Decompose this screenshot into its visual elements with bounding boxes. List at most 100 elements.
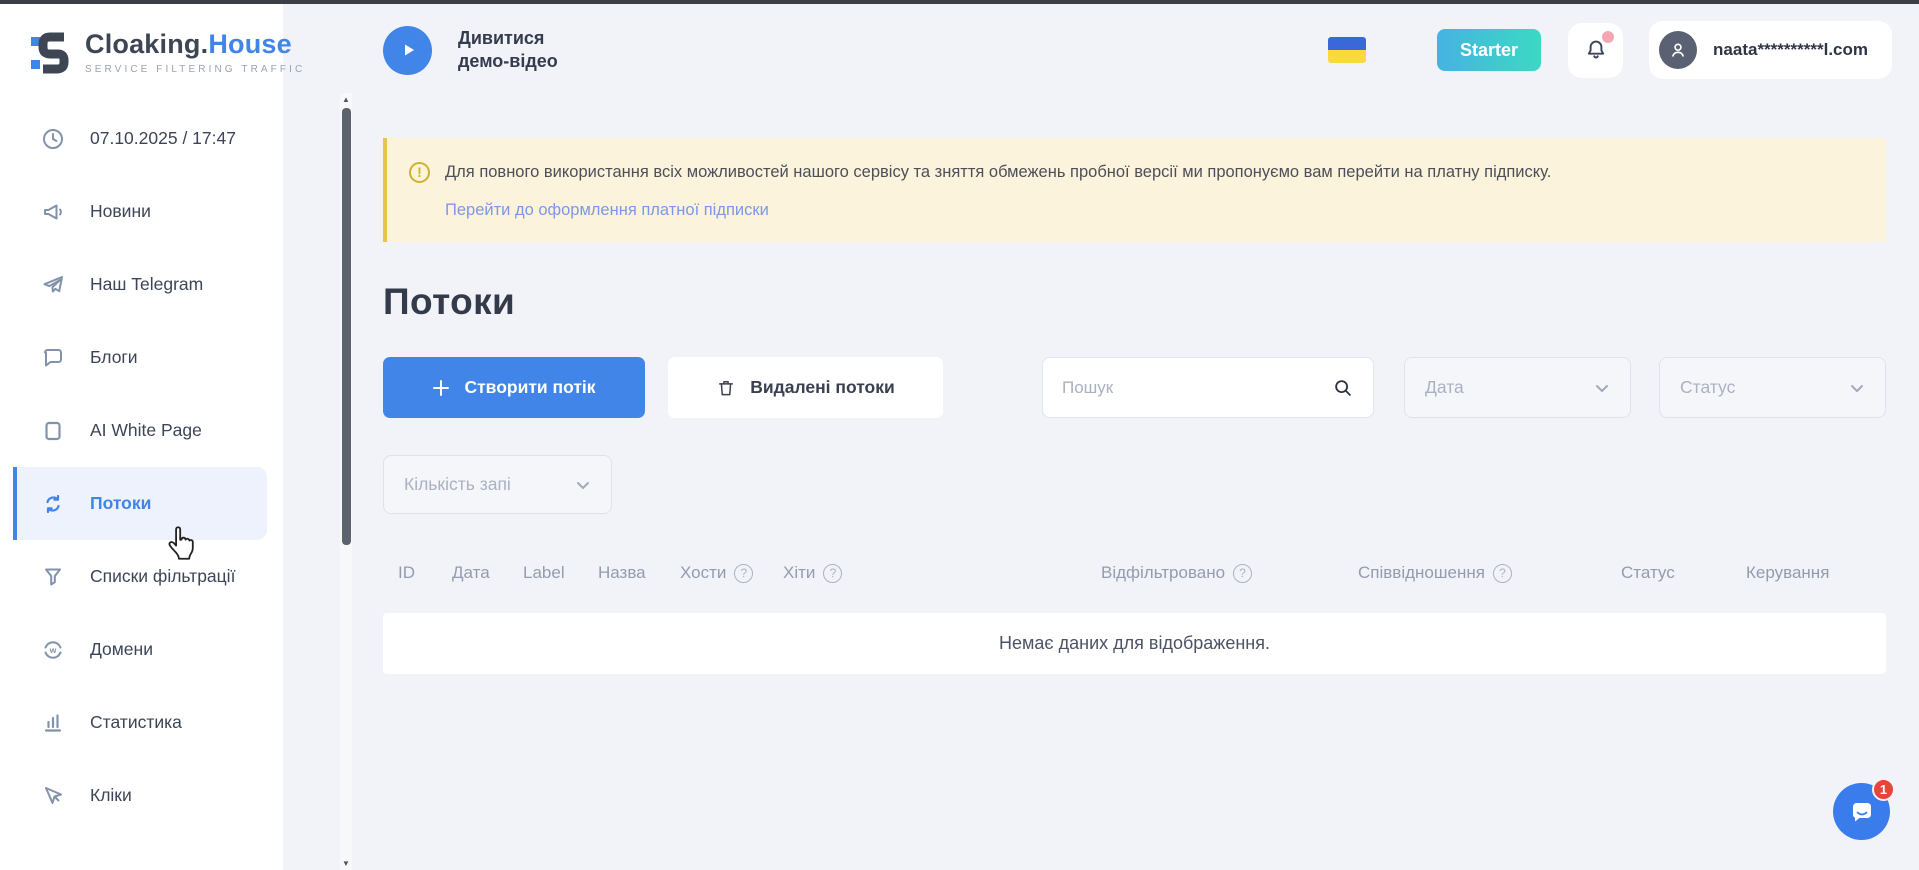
cursor-arrow-icon bbox=[40, 783, 66, 809]
banner-message: Для повного використання всіх можливосте… bbox=[445, 161, 1551, 184]
play-demo-button[interactable] bbox=[383, 26, 432, 75]
status-filter-label: Статус bbox=[1680, 377, 1735, 398]
chevron-down-icon bbox=[1594, 380, 1610, 396]
person-icon bbox=[1667, 39, 1689, 61]
sidebar-item-statistics[interactable]: Статистика bbox=[0, 686, 283, 759]
user-menu[interactable]: naata**********l.com bbox=[1649, 21, 1892, 79]
flag-yellow-half bbox=[1328, 50, 1366, 63]
flag-blue-half bbox=[1328, 37, 1366, 50]
empty-table-message: Немає даних для відображення. bbox=[383, 613, 1886, 674]
sidebar-item-label: Блоги bbox=[90, 347, 138, 368]
sidebar-item-datetime[interactable]: 07.10.2025 / 17:47 bbox=[0, 102, 283, 175]
column-header-filtered: Відфільтровано? bbox=[1101, 563, 1252, 583]
content: ! Для повного використання всіх можливос… bbox=[283, 138, 1919, 674]
sidebar-item-blogs[interactable]: Блоги bbox=[0, 321, 283, 394]
page-icon bbox=[40, 418, 66, 444]
chat-widget-button[interactable]: 1 bbox=[1833, 783, 1890, 840]
logo[interactable]: Cloaking.House SERVICE FILTERING TRAFFIC bbox=[0, 0, 283, 78]
plus-icon bbox=[432, 379, 450, 397]
sidebar-item-domains[interactable]: w Домени bbox=[0, 613, 283, 686]
status-filter-dropdown[interactable]: Статус bbox=[1659, 357, 1886, 418]
column-header-status: Статус bbox=[1621, 563, 1675, 583]
chat-messenger-icon bbox=[1848, 798, 1876, 826]
clock-icon bbox=[40, 126, 66, 152]
avatar bbox=[1659, 31, 1697, 69]
sidebar-item-label: 07.10.2025 / 17:47 bbox=[90, 128, 236, 149]
sidebar-scrollbar[interactable]: ▲ ▼ bbox=[340, 93, 352, 870]
bar-chart-icon bbox=[40, 710, 66, 736]
chat-bubble-icon bbox=[40, 345, 66, 371]
scrollbar-up-arrow[interactable]: ▲ bbox=[340, 93, 352, 106]
logo-text: Cloaking.House SERVICE FILTERING TRAFFIC bbox=[85, 31, 305, 75]
topbar-right: Starter naata**********l.com bbox=[1328, 21, 1892, 79]
chat-unread-badge: 1 bbox=[1872, 778, 1895, 801]
sidebar-item-filter-lists[interactable]: Списки фільтрації bbox=[0, 540, 283, 613]
sidebar-item-label: Статистика bbox=[90, 712, 182, 733]
trash-icon bbox=[716, 378, 736, 398]
chevron-down-icon bbox=[575, 477, 591, 493]
trial-banner: ! Для повного використання всіх можливос… bbox=[383, 138, 1886, 242]
warning-icon: ! bbox=[409, 162, 430, 183]
scrollbar-thumb[interactable] bbox=[342, 108, 351, 545]
sidebar-item-label: Кліки bbox=[90, 785, 132, 806]
deleted-flows-button[interactable]: Видалені потоки bbox=[668, 357, 943, 418]
svg-text:w: w bbox=[49, 644, 57, 654]
funnel-icon bbox=[40, 564, 66, 590]
chevron-down-icon bbox=[1849, 380, 1865, 396]
flows-icon bbox=[40, 491, 66, 517]
column-header-label: Label bbox=[523, 563, 565, 583]
sidebar: Cloaking.House SERVICE FILTERING TRAFFIC… bbox=[0, 0, 283, 870]
plan-badge-button[interactable]: Starter bbox=[1437, 29, 1541, 71]
upgrade-link[interactable]: Перейти до оформлення платної підписки bbox=[445, 201, 769, 220]
sidebar-item-ai-white-page[interactable]: AI White Page bbox=[0, 394, 283, 467]
demo-video-label[interactable]: Дивитися демо-відео bbox=[458, 27, 558, 74]
column-header-id: ID bbox=[398, 563, 415, 583]
topbar: Дивитися демо-відео Starter bbox=[283, 0, 1919, 92]
column-header-date: Дата bbox=[452, 563, 490, 583]
brand-primary: Cloaking. bbox=[85, 29, 208, 59]
column-header-ratio: Співвідношення? bbox=[1358, 563, 1512, 583]
scrollbar-down-arrow[interactable]: ▼ bbox=[340, 857, 352, 870]
notification-dot bbox=[1602, 31, 1614, 43]
brand-name: Cloaking.House bbox=[85, 31, 305, 58]
per-page-label: Кількість запі bbox=[404, 474, 511, 495]
telegram-icon bbox=[40, 272, 66, 298]
window-top-edge bbox=[0, 0, 1919, 4]
sidebar-item-label: Новини bbox=[90, 201, 151, 222]
user-email: naata**********l.com bbox=[1713, 40, 1868, 60]
sidebar-item-flows[interactable]: Потоки bbox=[13, 467, 267, 540]
column-header-hosts: Хости? bbox=[680, 563, 753, 583]
sidebar-item-label: Потоки bbox=[90, 493, 151, 514]
sidebar-item-label: AI White Page bbox=[90, 420, 202, 441]
sidebar-item-telegram[interactable]: Наш Telegram bbox=[0, 248, 283, 321]
demo-video-line2: демо-відео bbox=[458, 50, 558, 73]
ukraine-flag-icon[interactable] bbox=[1328, 37, 1366, 63]
date-filter-label: Дата bbox=[1425, 377, 1464, 398]
date-filter-dropdown[interactable]: Дата bbox=[1404, 357, 1631, 418]
column-header-name: Назва bbox=[598, 563, 646, 583]
play-icon bbox=[399, 41, 417, 59]
sidebar-item-news[interactable]: Новини bbox=[0, 175, 283, 248]
sidebar-nav: 07.10.2025 / 17:47 Новини Наш Telegram Б… bbox=[0, 102, 283, 832]
notifications-button[interactable] bbox=[1568, 23, 1623, 78]
page-title: Потоки bbox=[383, 281, 1886, 323]
deleted-flows-label: Видалені потоки bbox=[750, 377, 895, 398]
controls-row: Створити потік Видалені потоки Дата Стат… bbox=[383, 357, 1886, 418]
per-page-dropdown[interactable]: Кількість запі bbox=[383, 455, 612, 514]
megaphone-icon bbox=[40, 199, 66, 225]
sidebar-item-label: Наш Telegram bbox=[90, 274, 203, 295]
help-icon[interactable]: ? bbox=[1493, 564, 1512, 583]
search-box bbox=[1042, 357, 1374, 418]
help-icon[interactable]: ? bbox=[1233, 564, 1252, 583]
column-header-hits: Хіти? bbox=[783, 563, 842, 583]
search-icon[interactable] bbox=[1332, 377, 1354, 399]
cloaking-house-logo-icon bbox=[28, 28, 72, 78]
help-icon[interactable]: ? bbox=[734, 564, 753, 583]
sidebar-item-clicks[interactable]: Кліки bbox=[0, 759, 283, 832]
create-flow-button[interactable]: Створити потік bbox=[383, 357, 645, 418]
search-input[interactable] bbox=[1062, 378, 1332, 398]
main-area: Дивитися демо-відео Starter bbox=[283, 0, 1919, 870]
column-header-actions: Керування bbox=[1746, 563, 1829, 583]
help-icon[interactable]: ? bbox=[823, 564, 842, 583]
create-flow-label: Створити потік bbox=[464, 377, 595, 398]
